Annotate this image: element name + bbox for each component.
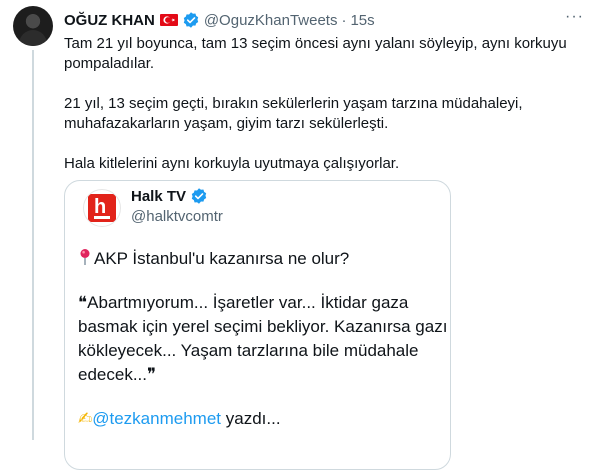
quoted-line-2-text: Abartmıyorum... İşaretler var... İktidar…	[78, 293, 448, 384]
author-avatar[interactable]	[13, 6, 53, 46]
quoted-line-3-suffix: yazdı...	[221, 409, 281, 428]
quoted-line-3: ✍@tezkanmehmet yazdı...	[78, 407, 448, 431]
tweet-header: OĞUZ KHAN @OguzKhanTweets · 15s	[64, 10, 375, 30]
quoted-author-name-row: Halk TV	[131, 187, 208, 205]
thread-line	[32, 50, 34, 440]
author-name[interactable]: OĞUZ KHAN	[64, 12, 155, 29]
more-options-icon[interactable]: ···	[565, 8, 584, 26]
tweet-paragraph-2: 21 yıl, 13 seçim geçti, bırakın sekülerl…	[64, 95, 523, 132]
tweet-text: Tam 21 yıl boyunca, tam 13 seçim öncesi …	[64, 34, 584, 174]
quoted-author-handle[interactable]: @halktvcomtr	[131, 208, 223, 225]
pin-icon	[78, 248, 92, 266]
close-quote-icon: ❞	[147, 365, 157, 384]
quoted-line-1: AKP İstanbul'u kazanırsa ne olur?	[78, 247, 448, 271]
tweet-paragraph-3: Hala kitlelerini aynı korkuyla uyutmaya …	[64, 155, 400, 172]
verified-badge-icon	[190, 187, 208, 205]
quoted-line-2: ❝Abartmıyorum... İşaretler var... İktida…	[78, 291, 448, 387]
tweet-time[interactable]: 15s	[350, 12, 374, 29]
quoted-tweet[interactable]: h Halk TV @halktvcomtr AKP İstanbul'u ka…	[64, 180, 451, 470]
turkish-flag-icon	[159, 14, 178, 26]
halk-tv-logo-icon: h	[88, 194, 116, 222]
tweet-paragraph-1: Tam 21 yıl boyunca, tam 13 seçim öncesi …	[64, 35, 567, 72]
verified-badge-icon	[182, 11, 200, 29]
separator-dot: ·	[341, 11, 347, 29]
quoted-author-name[interactable]: Halk TV	[131, 188, 186, 205]
author-handle[interactable]: @OguzKhanTweets	[204, 12, 338, 29]
mention-link[interactable]: @tezkanmehmet	[92, 409, 221, 428]
quoted-tweet-text: AKP İstanbul'u kazanırsa ne olur? ❝Abart…	[78, 247, 448, 431]
writing-hand-icon: ✍	[78, 409, 93, 428]
halk-tv-avatar[interactable]: h	[83, 189, 121, 227]
open-quote-icon: ❝	[78, 293, 88, 312]
quoted-line-1-text: AKP İstanbul'u kazanırsa ne olur?	[94, 249, 350, 268]
